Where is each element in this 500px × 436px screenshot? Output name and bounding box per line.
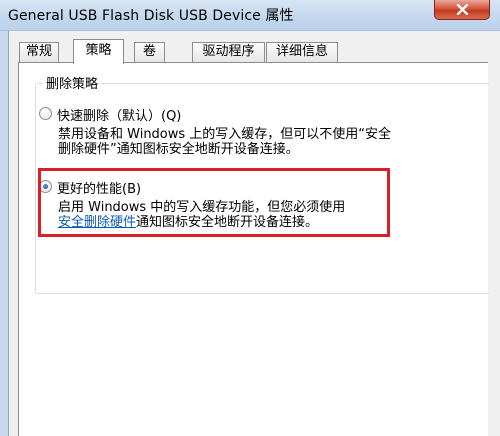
tab-volumes[interactable]: 卷 xyxy=(134,42,165,62)
window-title: General USB Flash Disk USB Device 属性 xyxy=(8,8,294,24)
description-line: 禁用设备和 Windows 上的写入缓存，但可以不使用“安全 xyxy=(58,127,392,142)
tab-label: 卷 xyxy=(142,44,156,59)
quick-removal-radio[interactable] xyxy=(39,107,52,120)
title-bar[interactable]: General USB Flash Disk USB Device 属性 xyxy=(0,0,500,31)
quick-removal-label[interactable]: 快速删除（默认）(Q) xyxy=(57,105,181,124)
tab-label: 详细信息 xyxy=(275,44,328,59)
close-icon xyxy=(456,4,469,15)
tab-label: 驱动程序 xyxy=(202,44,255,59)
description-line: 删除硬件”通知图标安全地断开设备连接。 xyxy=(58,142,299,157)
tab-label: 策略 xyxy=(85,43,112,58)
dialog-body: 常规 策略 卷 驱动程序 详细信息 删除策略 快速删除（默认）(Q) 禁用设备和… xyxy=(8,31,500,436)
highlight-box xyxy=(38,168,390,237)
tab-driver[interactable]: 驱动程序 xyxy=(192,42,265,62)
group-title: 删除策略 xyxy=(43,73,102,92)
tab-label: 常规 xyxy=(25,44,52,59)
quick-removal-description: 禁用设备和 Windows 上的写入缓存，但可以不使用“安全 删除硬件”通知图标… xyxy=(58,127,391,157)
properties-window: General USB Flash Disk USB Device 属性 常规 … xyxy=(0,0,500,436)
tab-details[interactable]: 详细信息 xyxy=(266,42,338,62)
close-button[interactable] xyxy=(434,0,490,20)
tab-general[interactable]: 常规 xyxy=(19,42,59,62)
tab-policies[interactable]: 策略 xyxy=(73,39,124,64)
policies-panel: 删除策略 快速删除（默认）(Q) 禁用设备和 Windows 上的写入缓存，但可… xyxy=(18,62,489,436)
